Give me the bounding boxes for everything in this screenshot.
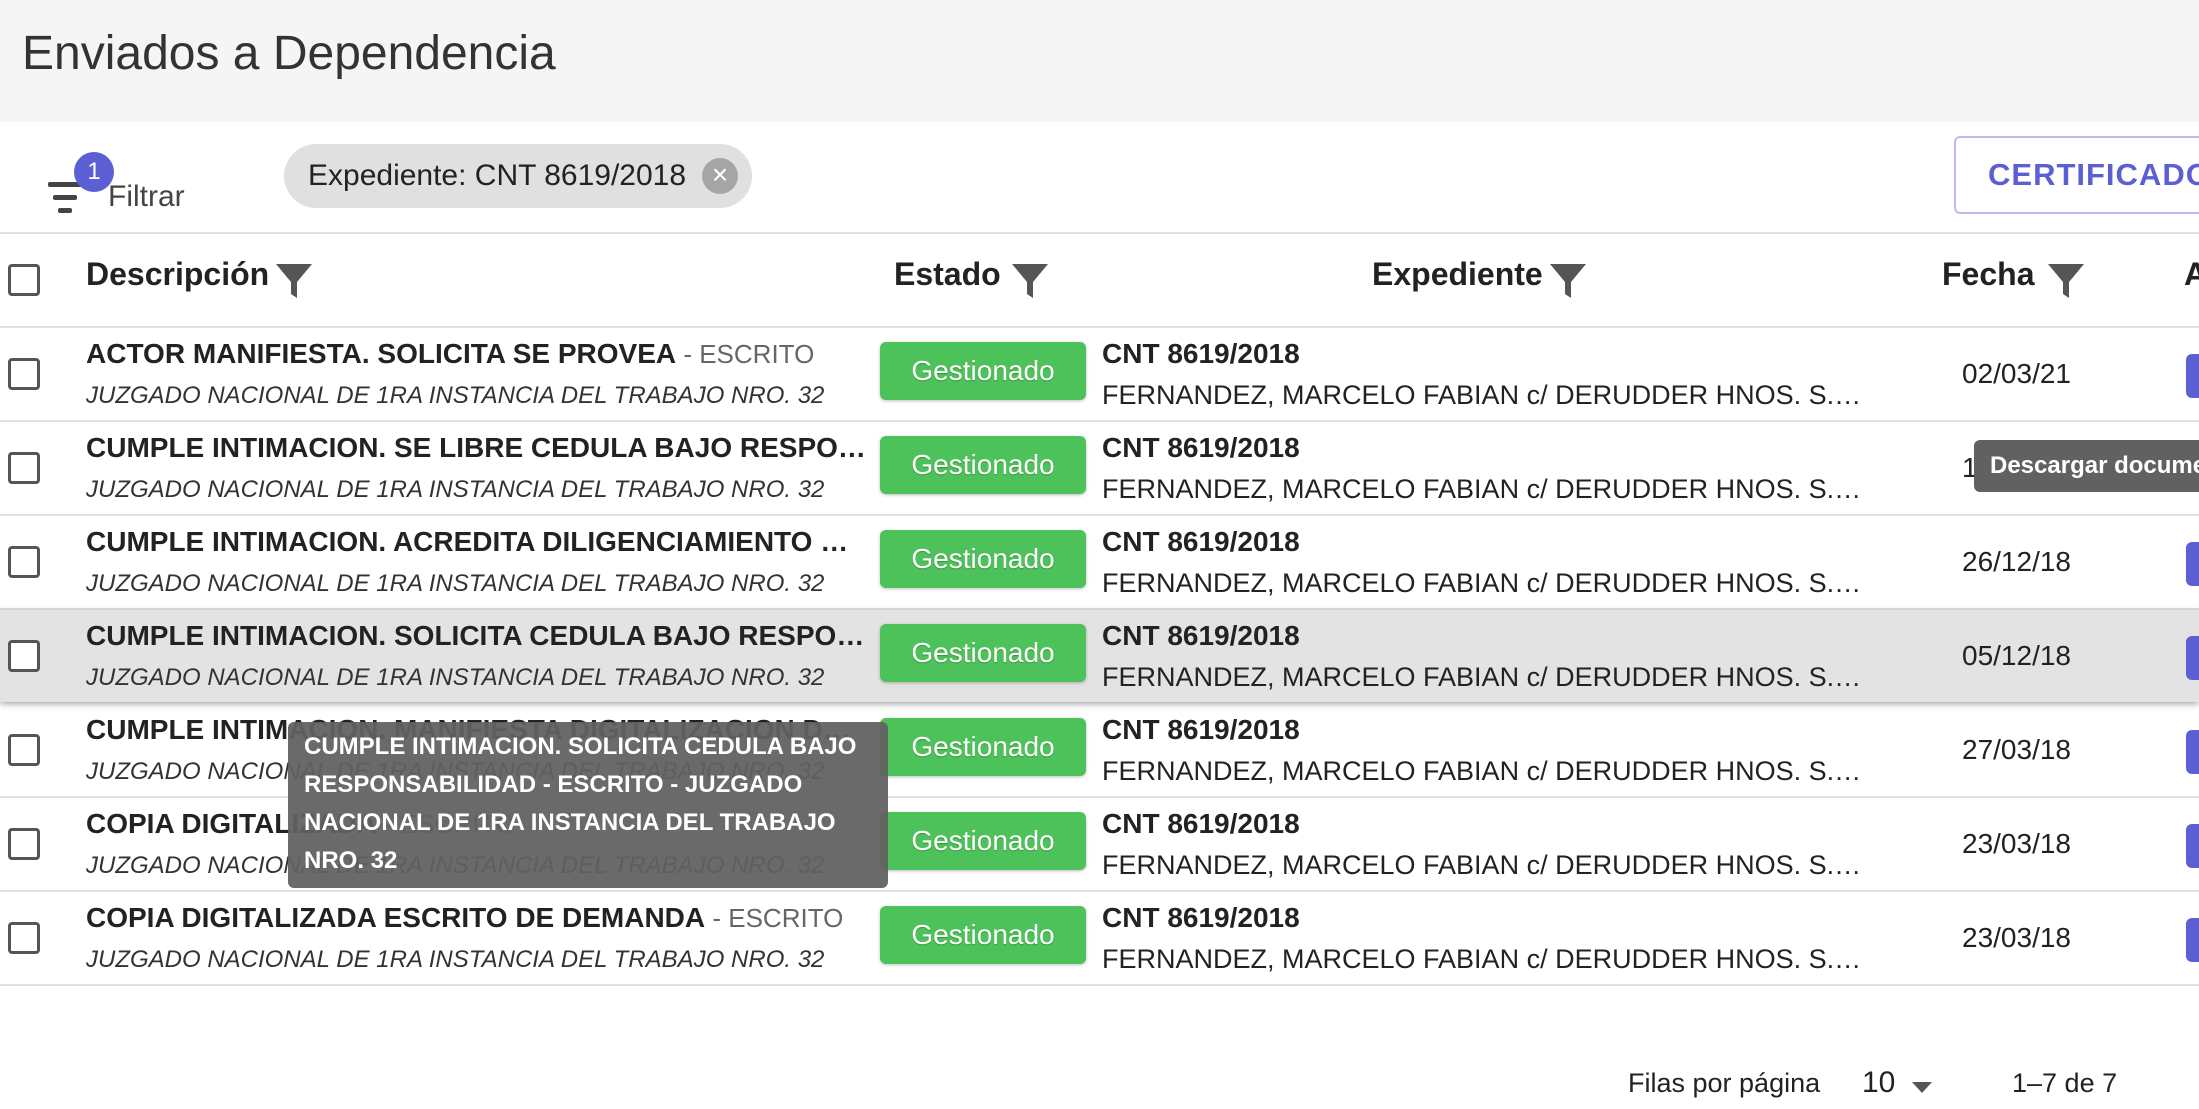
certificate-button[interactable]: CERTIFICADO — [1954, 136, 2199, 214]
caret-down-icon[interactable] — [1912, 1082, 1932, 1093]
status-badge: Gestionado — [880, 906, 1086, 964]
row-date: 05/12/18 — [1962, 640, 2071, 671]
filter-list-icon — [44, 182, 86, 216]
funnel-icon[interactable] — [2046, 260, 2086, 302]
expediente-name: FERNANDEZ, MARCELO FABIAN c/ DERUDDER HN… — [1102, 474, 1862, 504]
expediente-name: FERNANDEZ, MARCELO FABIAN c/ DERUDDER HN… — [1102, 756, 1862, 786]
row-checkbox[interactable] — [8, 922, 40, 954]
column-header-expediente[interactable]: Expediente — [1372, 256, 1543, 293]
row-checkbox[interactable] — [8, 734, 40, 766]
table-row[interactable]: COPIA DIGITALIZADA ESCRITO DE DEMANDA - … — [0, 892, 2199, 986]
row-checkbox[interactable] — [8, 828, 40, 860]
expediente-name: FERNANDEZ, MARCELO FABIAN c/ DERUDDER HN… — [1102, 380, 1862, 410]
description-title: CUMPLE INTIMACION. ACREDITA DILIGENCIAMI… — [86, 526, 866, 557]
status-badge: Gestionado — [880, 436, 1086, 494]
status-badge: Gestionado — [880, 812, 1086, 870]
row-checkbox[interactable] — [8, 358, 40, 390]
download-button[interactable] — [2186, 354, 2199, 398]
expediente-number: CNT 8619/2018 — [1102, 432, 1300, 463]
download-button[interactable] — [2186, 824, 2199, 868]
expediente-name: FERNANDEZ, MARCELO FABIAN c/ DERUDDER HN… — [1102, 568, 1862, 598]
expediente-number: CNT 8619/2018 — [1102, 620, 1300, 651]
description-court: JUZGADO NACIONAL DE 1RA INSTANCIA DEL TR… — [86, 946, 825, 973]
table-row[interactable]: CUMPLE INTIMACION. SE LIBRE CEDULA BAJO … — [0, 422, 2199, 516]
description-court: JUZGADO NACIONAL DE 1RA INSTANCIA DEL TR… — [86, 664, 825, 691]
row-date: 26/12/18 — [1962, 546, 2071, 577]
expediente-name: FERNANDEZ, MARCELO FABIAN c/ DERUDDER HN… — [1102, 850, 1862, 880]
description-title: COPIA DIGITALIZADA ESCRITO DE DEMANDA - … — [86, 902, 844, 933]
column-header-estado[interactable]: Estado — [894, 256, 1001, 293]
expediente-number: CNT 8619/2018 — [1102, 714, 1300, 745]
row-date: 27/03/18 — [1962, 734, 2071, 765]
filter-button[interactable]: 1 Filtrar — [40, 144, 220, 214]
column-header-fecha[interactable]: Fecha — [1942, 256, 2034, 293]
active-filter-chip: Expediente: CNT 8619/2018 × — [284, 144, 752, 208]
status-badge: Gestionado — [880, 342, 1086, 400]
description-title: ACTOR MANIFIESTA. SOLICITA SE PROVEA - E… — [86, 338, 815, 369]
download-tooltip: Descargar documento — [1974, 440, 2199, 492]
funnel-icon[interactable] — [1010, 260, 1050, 302]
filter-label: Filtrar — [108, 180, 185, 213]
select-all-checkbox[interactable] — [8, 264, 40, 296]
status-badge: Gestionado — [880, 624, 1086, 682]
table-row[interactable]: CUMPLE INTIMACION. SOLICITA CEDULA BAJO … — [0, 610, 2199, 702]
description-title: CUMPLE INTIMACION. SE LIBRE CEDULA BAJO … — [86, 432, 866, 463]
expediente-name: FERNANDEZ, MARCELO FABIAN c/ DERUDDER HN… — [1102, 944, 1862, 974]
download-button[interactable] — [2186, 636, 2199, 680]
funnel-icon[interactable] — [1548, 260, 1588, 302]
download-button[interactable] — [2186, 918, 2199, 962]
description-court: JUZGADO NACIONAL DE 1RA INSTANCIA DEL TR… — [86, 570, 825, 597]
cancel-icon[interactable]: × — [702, 158, 738, 194]
row-date: 23/03/18 — [1962, 922, 2071, 953]
rows-per-page-label: Filas por página — [1628, 1068, 1821, 1098]
row-checkbox[interactable] — [8, 452, 40, 484]
expediente-number: CNT 8619/2018 — [1102, 902, 1300, 933]
rows-per-page-select[interactable]: 10 — [1862, 1066, 1895, 1100]
row-date: 02/03/21 — [1962, 358, 2071, 389]
expediente-number: CNT 8619/2018 — [1102, 526, 1300, 557]
page-title: Enviados a Dependencia — [22, 27, 556, 80]
row-date: 23/03/18 — [1962, 828, 2071, 859]
description-tooltip: CUMPLE INTIMACION. SOLICITA CEDULA BAJO … — [288, 722, 888, 888]
description-court: JUZGADO NACIONAL DE 1RA INSTANCIA DEL TR… — [86, 476, 825, 503]
filter-chip-label: Expediente: CNT 8619/2018 — [308, 159, 687, 192]
table-row[interactable]: ACTOR MANIFIESTA. SOLICITA SE PROVEA - E… — [0, 328, 2199, 422]
expediente-number: CNT 8619/2018 — [1102, 808, 1300, 839]
expediente-number: CNT 8619/2018 — [1102, 338, 1300, 369]
row-checkbox[interactable] — [8, 546, 40, 578]
status-badge: Gestionado — [880, 718, 1086, 776]
page-header: Enviados a Dependencia — [0, 0, 2199, 122]
download-button[interactable] — [2186, 542, 2199, 586]
column-header-descripcion[interactable]: Descripción — [86, 256, 269, 293]
description-court: JUZGADO NACIONAL DE 1RA INSTANCIA DEL TR… — [86, 382, 825, 409]
status-badge: Gestionado — [880, 530, 1086, 588]
column-header-acciones[interactable]: A — [2184, 256, 2199, 293]
description-title: CUMPLE INTIMACION. SOLICITA CEDULA BAJO … — [86, 620, 866, 651]
row-checkbox[interactable] — [8, 640, 40, 672]
table-row[interactable]: CUMPLE INTIMACION. ACREDITA DILIGENCIAMI… — [0, 516, 2199, 610]
download-button[interactable] — [2186, 730, 2199, 774]
pagination-range: 1–7 de 7 — [2012, 1068, 2118, 1098]
table-header: Descripción Estado Expediente Fecha A — [0, 234, 2199, 328]
expediente-name: FERNANDEZ, MARCELO FABIAN c/ DERUDDER HN… — [1102, 662, 1862, 692]
toolbar: 1 Filtrar Expediente: CNT 8619/2018 × CE… — [0, 122, 2199, 232]
funnel-icon[interactable] — [274, 260, 314, 302]
